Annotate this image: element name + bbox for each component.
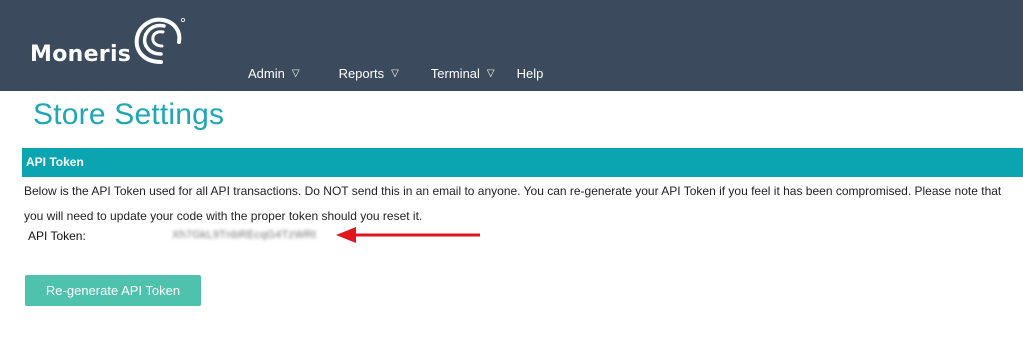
red-arrow-annotation-icon — [336, 227, 480, 243]
chevron-down-icon: ▽ — [391, 68, 399, 79]
nav-terminal[interactable]: Terminal ▽ — [431, 66, 495, 81]
moneris-logo[interactable]: Moneris — [30, 42, 131, 67]
brand-name: Moneris — [30, 42, 132, 67]
top-navigation-bar: Moneris Admin ▽ Reports ▽ Terminal ▽ Hel… — [0, 0, 1023, 91]
chevron-down-icon: ▽ — [486, 68, 495, 79]
chevron-down-icon: ▽ — [291, 68, 300, 79]
nav-admin-label: Admin — [248, 66, 285, 81]
regenerate-api-token-button[interactable]: Re-generate API Token — [25, 275, 201, 306]
nav-help[interactable]: Help — [517, 66, 544, 81]
main-nav: Admin ▽ Reports ▽ Terminal ▽ Help — [248, 66, 543, 81]
nav-reports-label: Reports — [338, 66, 385, 81]
api-token-label: API Token: — [28, 229, 86, 243]
nav-reports[interactable]: Reports ▽ — [339, 66, 399, 81]
nav-help-label: Help — [516, 66, 544, 81]
page-title: Store Settings — [33, 98, 225, 131]
nav-admin[interactable]: Admin ▽ — [248, 66, 300, 81]
api-token-value: Xh7GkL9TnbREcqG4TzWRt — [172, 229, 317, 241]
nav-terminal-label: Terminal — [430, 66, 480, 81]
moneris-swirl-icon — [134, 17, 186, 64]
api-token-description: Below is the API Token used for all API … — [24, 184, 1002, 223]
api-token-section-header: API Token — [22, 148, 1023, 177]
